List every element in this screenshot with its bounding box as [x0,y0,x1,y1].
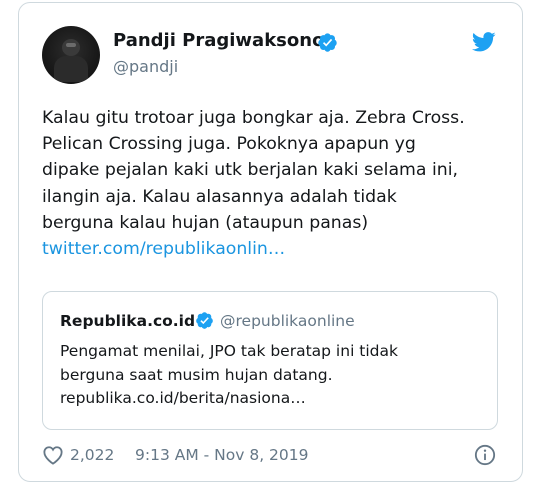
tweet-timestamp[interactable]: 9:13 AM - Nov 8, 2019 [135,446,309,464]
author-handle[interactable]: @pandji [113,57,178,76]
tweet-line: berguna kalau hujan (ataupun panas) [42,212,369,233]
quoted-text: Pengamat menilai, JPO tak beratap ini ti… [60,340,398,411]
twitter-bird-icon[interactable] [472,32,496,52]
like-count[interactable]: 2,022 [70,446,114,464]
quoted-line: berguna saat musim hujan datang. [60,365,333,384]
avatar-body-shape [54,56,88,82]
tweet-line: ilangin aja. Kalau alasannya adalah tida… [42,186,397,207]
tweet-link[interactable]: twitter.com/republikaonlin… [42,236,502,262]
info-icon[interactable] [474,444,496,466]
quoted-link: republika.co.id/berita/nasiona… [60,389,306,407]
avatar-head-shape [62,39,80,56]
quoted-author-name: Republika.co.id [60,312,196,330]
tweet-footer: 2,022 9:13 AM - Nov 8, 2019 [42,444,502,470]
verified-badge-icon [196,312,213,329]
quoted-author-handle: @republikaonline [220,312,355,330]
quoted-tweet[interactable]: Republika.co.id @republikaonline Pengama… [42,291,498,430]
tweet-line: Pelican Crossing juga. Pokoknya apapun y… [42,134,416,155]
avatar-highlight [66,43,76,47]
heart-icon[interactable] [42,445,64,465]
tweet-text: Kalau gitu trotoar juga bongkar aja. Zeb… [42,105,502,262]
avatar[interactable] [42,26,100,84]
quoted-line: Pengamat menilai, JPO tak beratap ini ti… [60,342,398,360]
tweet-line: dipake pejalan kaki utk berjalan kaki se… [42,160,459,181]
tweet-line: Kalau gitu trotoar juga bongkar aja. Zeb… [42,108,465,128]
verified-badge-icon [318,33,337,52]
author-name[interactable]: Pandji Pragiwaksono [113,30,324,51]
